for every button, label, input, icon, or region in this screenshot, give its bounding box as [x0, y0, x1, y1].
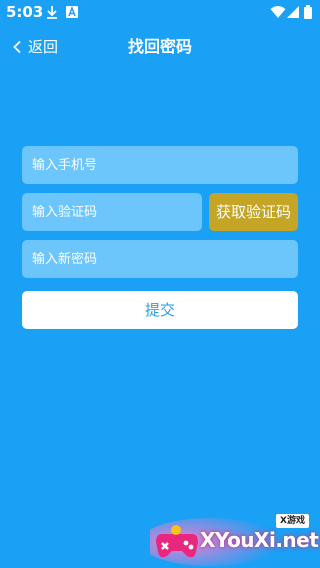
back-button[interactable]: 返回 [12, 36, 58, 58]
new-password-input[interactable] [22, 240, 298, 278]
status-time: 5:03 [6, 3, 44, 21]
status-bar: 5:03 [0, 0, 320, 24]
watermark-text: XYouXi.net [200, 528, 319, 552]
get-code-button[interactable]: 获取验证码 [209, 193, 298, 231]
battery-icon [304, 5, 312, 19]
notification-a-icon [66, 5, 78, 18]
screen: 5:03 返回 找回密码 获取验证码 提交 [0, 0, 320, 568]
chevron-left-icon [13, 40, 21, 54]
submit-button[interactable]: 提交 [22, 291, 298, 329]
watermark-badge: X游戏 [276, 514, 309, 528]
wifi-icon [270, 6, 286, 18]
back-label: 返回 [28, 38, 59, 56]
verification-code-input[interactable] [22, 193, 202, 231]
signal-icon [287, 6, 299, 18]
phone-input[interactable] [22, 146, 298, 184]
download-icon [47, 6, 57, 19]
